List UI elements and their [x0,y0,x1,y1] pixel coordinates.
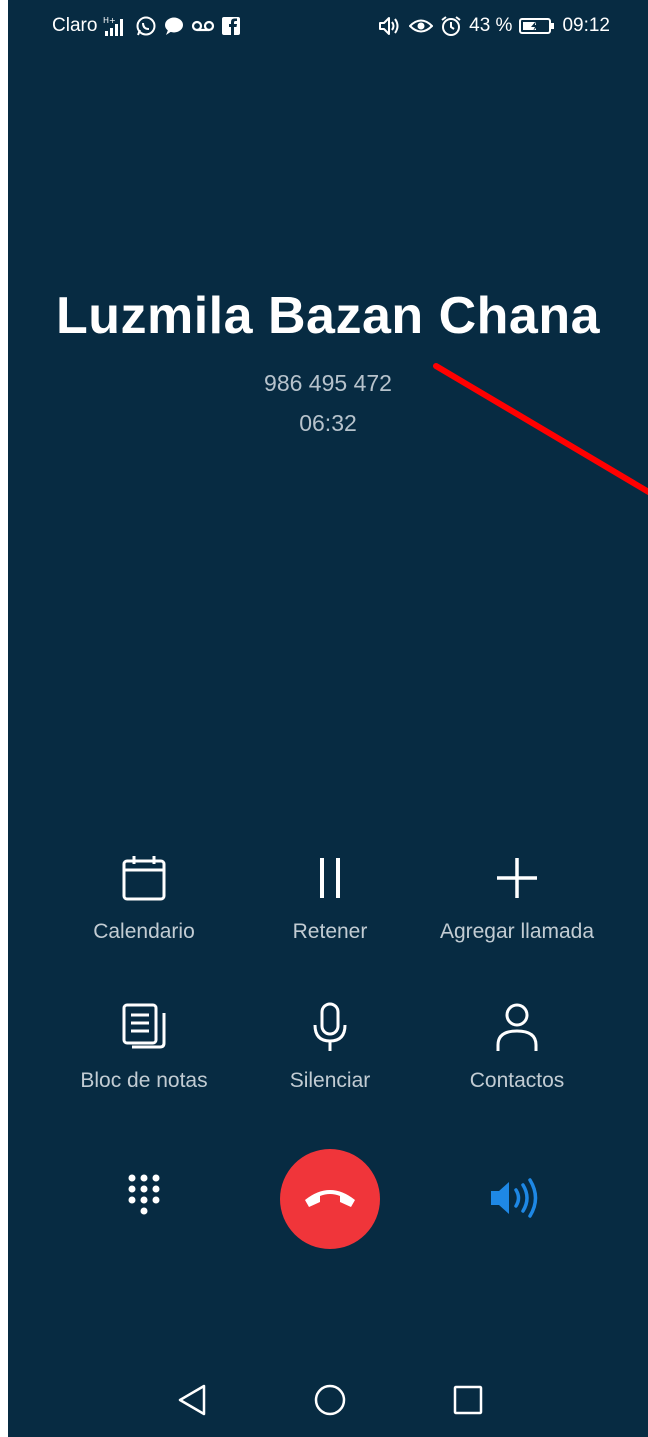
status-bar: Claro H+ 43 % 09:12 [8,0,648,56]
pause-icon [310,854,350,907]
calendar-icon [120,854,168,907]
notepad-icon [120,1001,168,1058]
alarm-icon [440,15,462,37]
contacts-label: Contactos [469,1069,565,1092]
hold-button[interactable]: Retener [230,852,430,944]
nav-home-button[interactable] [308,1380,352,1424]
hold-label: Retener [292,920,368,943]
whatsapp-icon [135,15,157,37]
speaker-volume-icon [378,15,402,37]
add-call-label: Agregar llamada [439,920,595,943]
calendar-button[interactable]: Calendario [44,852,244,944]
mute-button[interactable]: Silenciar [230,1001,430,1093]
nav-recent-apps-button[interactable] [446,1380,490,1424]
voicemail-icon [191,19,215,33]
hang-up-icon [302,1184,358,1215]
signal-icon: H+ [103,15,129,37]
facebook-icon [221,16,241,36]
end-call-button[interactable] [280,1149,380,1249]
recent-apps-square-icon [452,1384,484,1421]
clock-time: 09:12 [562,15,610,36]
calendar-label: Calendario [93,920,195,943]
dialpad-button[interactable] [112,1168,176,1232]
notepad-button[interactable]: Bloc de notas [44,1001,244,1093]
caller-phone-number: 986 495 472 [264,370,392,396]
mute-label: Silenciar [289,1069,371,1092]
battery-icon [519,17,555,35]
person-icon [493,1001,541,1058]
eye-icon [409,17,434,35]
carrier-name: Claro [52,15,98,36]
battery-percent: 43 % [469,15,513,36]
speaker-button[interactable] [484,1168,548,1232]
notepad-label: Bloc de notas [80,1069,208,1092]
caller-name: Luzmila Bazan Chana [55,287,601,345]
status-bar-left: Claro H+ [52,14,241,38]
call-screen: Claro H+ 43 % 09:12 Luzmila Bazan Chana … [8,0,648,1437]
contacts-button[interactable]: Contactos [417,1001,617,1093]
add-call-button[interactable]: Agregar llamada [417,852,617,944]
chat-bubble-icon [163,15,185,37]
dialpad-icon [124,1172,164,1229]
call-duration: 06:32 [299,410,357,436]
home-circle-icon [313,1383,347,1422]
svg-text:H+: H+ [103,16,116,25]
speaker-icon [489,1176,543,1225]
status-bar-right: 43 % 09:12 [378,14,610,38]
plus-icon [493,854,541,907]
nav-back-button[interactable] [170,1380,214,1424]
back-triangle-icon [176,1383,208,1422]
microphone-icon [310,1001,350,1058]
